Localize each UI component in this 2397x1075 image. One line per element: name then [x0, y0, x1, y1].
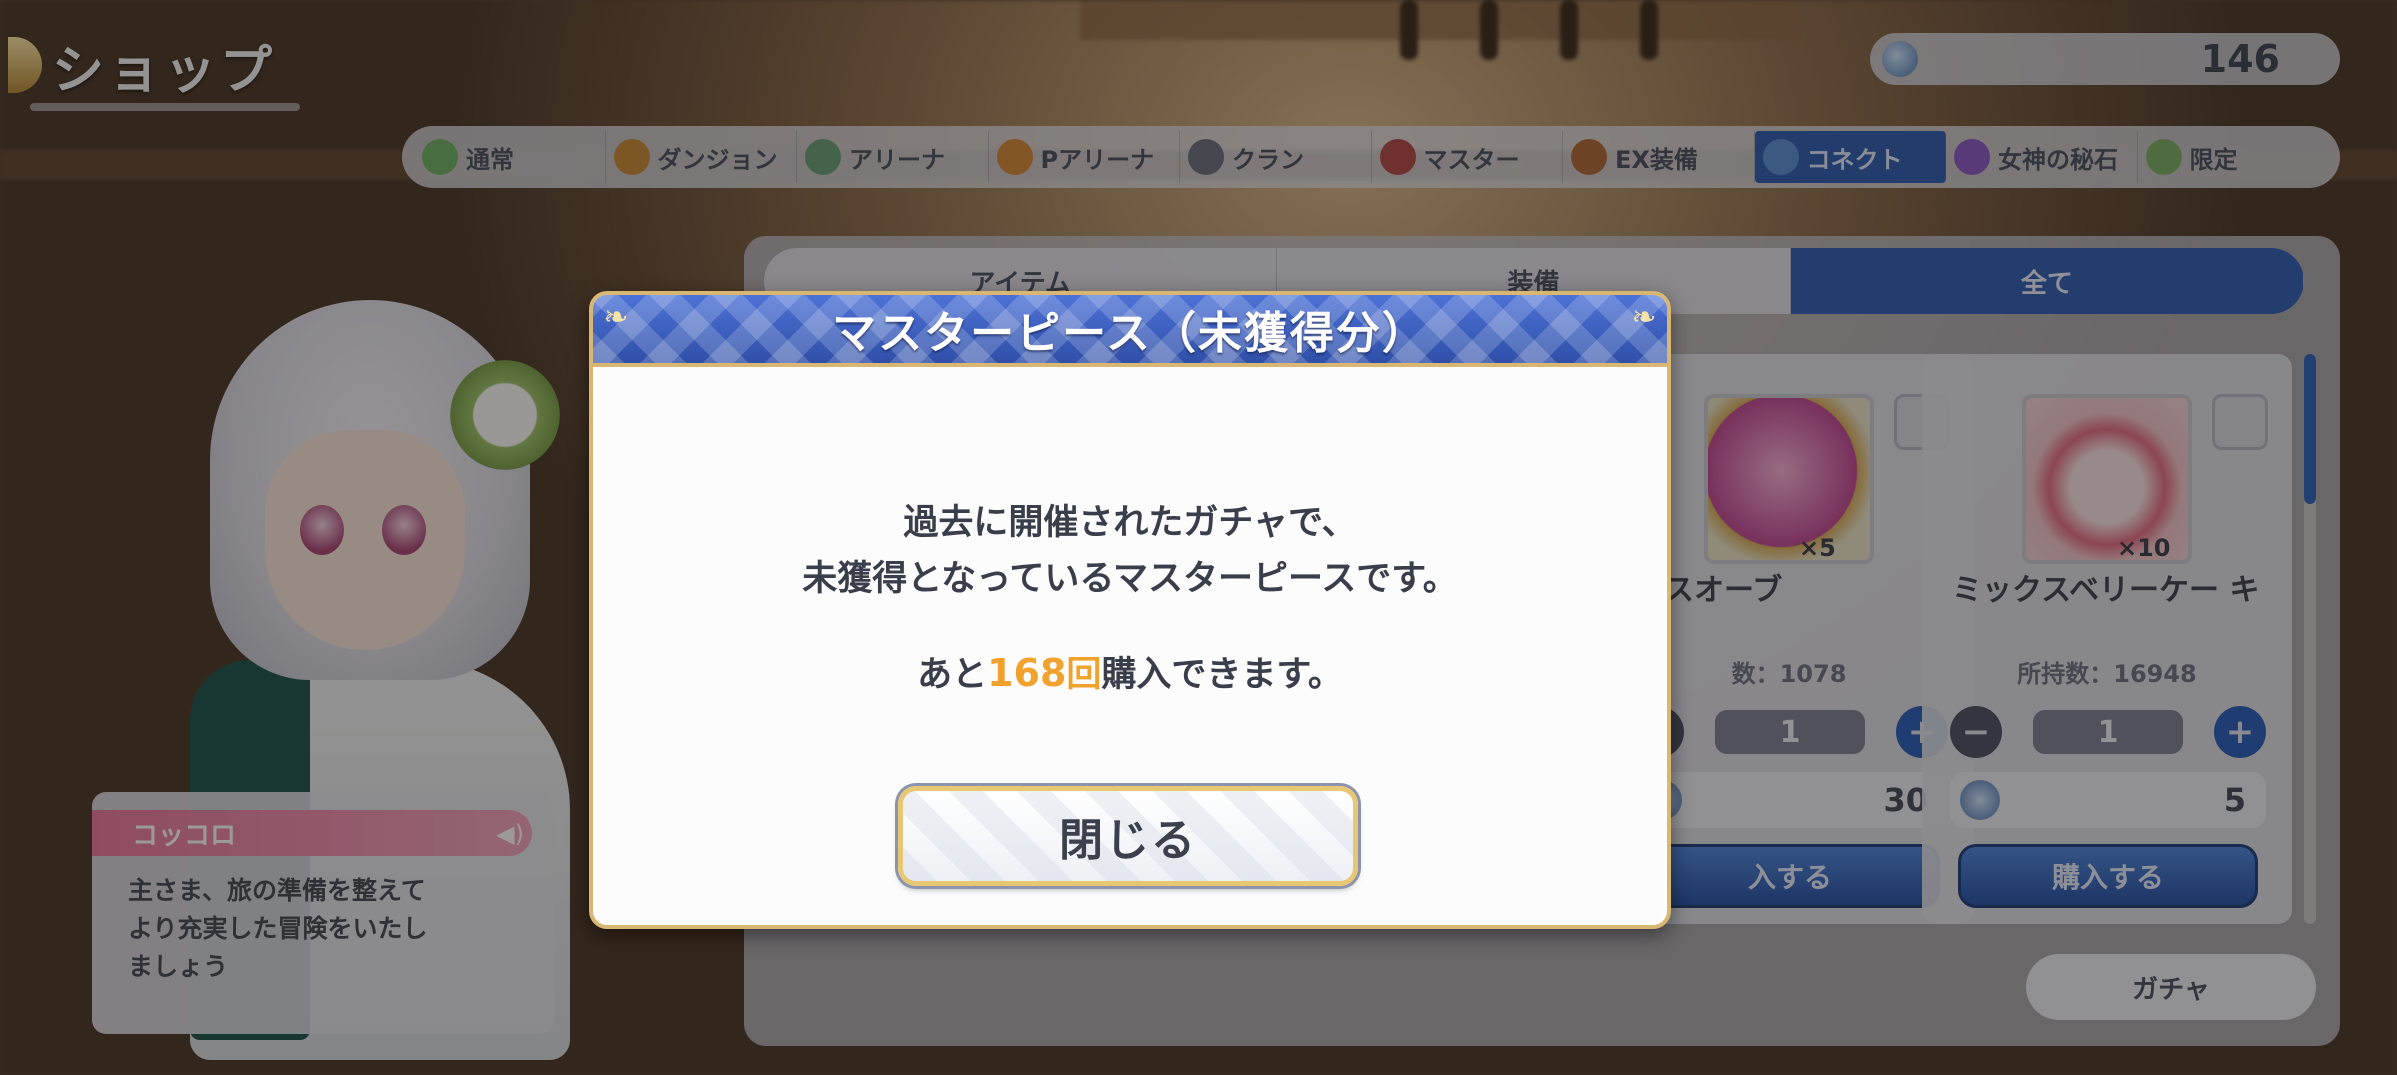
- dialog-header: ❧ マスターピース（未獲得分） ❧: [593, 295, 1667, 367]
- dialog-title: マスターピース（未獲得分）: [832, 308, 1428, 359]
- dialog-body: 過去に開催されたガチャで、 未獲得となっているマスターピースです。 あと168回…: [593, 367, 1667, 787]
- dialog-message-line: 過去に開催されたガチャで、: [903, 503, 1357, 543]
- remaining-count: 168: [987, 651, 1067, 695]
- corner-ornament-icon: ❧: [1631, 300, 1657, 335]
- count-prefix: あと: [917, 655, 988, 695]
- count-unit: 回: [1066, 655, 1102, 695]
- masterpiece-dialog: ❧ マスターピース（未獲得分） ❧ 過去に開催されたガチャで、 未獲得となってい…: [589, 291, 1671, 929]
- close-button[interactable]: 閉じる: [898, 786, 1358, 886]
- count-suffix: 購入できます。: [1101, 655, 1343, 695]
- dialog-message-line: 未獲得となっているマスターピースです。: [802, 559, 1458, 599]
- corner-ornament-icon: ❧: [603, 300, 629, 335]
- remaining-purchases-text: あと168回購入できます。: [917, 645, 1343, 703]
